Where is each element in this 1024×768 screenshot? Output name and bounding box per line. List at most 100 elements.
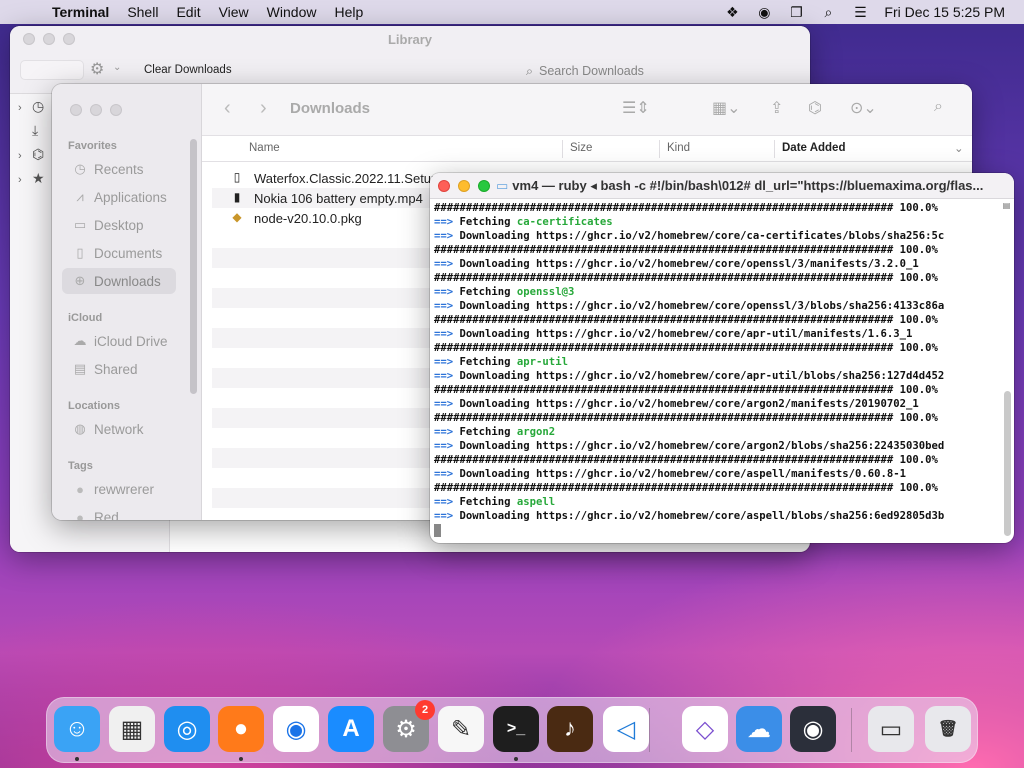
terminal-scrollbar[interactable]: ▤ <box>1002 201 1011 539</box>
sidebar-item-tag-red[interactable]: ● Red <box>62 504 176 521</box>
minimize-button[interactable] <box>458 180 470 192</box>
dock-garageband-icon[interactable]: ♪ <box>547 706 593 752</box>
menu-edit[interactable]: Edit <box>176 4 200 20</box>
library-sidebar-tags[interactable]: › ⌬ <box>18 146 44 163</box>
package-icon: ◆ <box>232 210 242 224</box>
line-text: Fetching <box>453 496 517 508</box>
downloading-line: ==> Downloading https://ghcr.io/v2/homeb… <box>434 439 1000 453</box>
desktop-icon: ▭ <box>73 217 87 232</box>
package-name: argon2 <box>516 426 556 438</box>
fetching-line: ==> Fetching apr-util <box>434 355 1000 369</box>
document-icon: ▯ <box>76 245 84 260</box>
sidebar-item-shared[interactable]: ▤ Shared <box>62 356 176 382</box>
spotlight-icon[interactable]: ⌕ <box>820 4 836 21</box>
library-search-field[interactable]: ⌕ Search Downloads <box>526 60 796 82</box>
menu-app-terminal[interactable]: Terminal <box>52 4 109 20</box>
dock-vscode-icon[interactable]: ◁ <box>603 706 649 752</box>
menu-shell[interactable]: Shell <box>127 4 158 20</box>
dock-obs-icon[interactable]: ◉ <box>790 706 836 752</box>
more-actions-icon[interactable]: ⊙⌄ <box>850 98 877 118</box>
scroll-split-icon[interactable]: ▤ <box>1002 201 1011 211</box>
dock-trash-icon[interactable]: 🗑 <box>925 706 971 752</box>
dock-finder-icon[interactable]: ☺ <box>54 706 100 752</box>
sidebar-scrollbar[interactable] <box>190 139 197 394</box>
dock-terminal-icon[interactable]: >_ <box>493 706 539 752</box>
column-header: Name Size Kind Date Added ⌄ <box>202 136 972 162</box>
dock-weather-icon[interactable]: ☁ <box>736 706 782 752</box>
search-icon[interactable]: ⌕ <box>934 98 943 116</box>
line-text: Fetching <box>453 286 517 298</box>
prompt-line[interactable] <box>434 523 1000 537</box>
library-sidebar-downloads[interactable]: ⤓ <box>18 122 38 139</box>
library-back-forward[interactable] <box>20 60 84 80</box>
menu-view[interactable]: View <box>219 4 249 20</box>
close-button[interactable] <box>438 180 450 192</box>
sidebar-item-documents[interactable]: ▯ Documents <box>62 240 176 266</box>
line-text: Fetching <box>453 216 517 228</box>
dock-recent-window-icon[interactable]: ▭ <box>868 706 914 752</box>
line-text: Downloading https://ghcr.io/v2/homebrew/… <box>453 510 945 522</box>
menu-window[interactable]: Window <box>267 4 317 20</box>
dock-textedit-icon[interactable]: ✎ <box>438 706 484 752</box>
control-center-icon[interactable]: ☰ <box>852 4 868 21</box>
sidebar-item-tag-rewwrerer[interactable]: ● rewwrerer <box>62 476 176 502</box>
record-icon[interactable]: ◉ <box>756 4 772 21</box>
menubar-clock[interactable]: Fri Dec 15 5:25 PM <box>884 4 1005 20</box>
dock-launchpad-icon[interactable]: ▦ <box>109 706 155 752</box>
dock-separator <box>649 708 650 752</box>
file-name: Nokia 106 battery empty.mp4 <box>254 190 423 206</box>
column-size[interactable]: Size <box>570 142 592 154</box>
dock-app-store-icon[interactable]: A <box>328 706 374 752</box>
back-arrow-icon[interactable]: ‹ <box>224 97 231 120</box>
chevron-right-icon[interactable]: › <box>18 150 32 162</box>
line-text: Downloading https://ghcr.io/v2/homebrew/… <box>453 230 945 242</box>
library-sidebar-bookmarks[interactable]: › ★ <box>18 170 45 187</box>
sidebar-item-applications[interactable]: ⩘ Applications <box>62 184 176 210</box>
sidebar-item-icloud-drive[interactable]: ☁ iCloud Drive <box>62 328 176 354</box>
dock-system-settings-icon[interactable]: ⚙ 2 <box>383 700 435 752</box>
gear-icon[interactable]: ⚙ <box>90 59 104 79</box>
sidebar-item-recents[interactable]: ◷ Recents <box>62 156 176 182</box>
terminal-output[interactable]: ########################################… <box>434 201 1000 543</box>
search-icon: ⌕ <box>526 64 534 78</box>
progress-line: ########################################… <box>434 272 938 284</box>
sidebar-section-locations: Locations <box>68 400 120 412</box>
group-icon[interactable]: ▦⌄ <box>712 98 741 118</box>
list-view-icon[interactable]: ☰⇕ <box>622 98 650 118</box>
dock-safari-icon[interactable]: ◎ <box>164 706 210 752</box>
tag-icon[interactable]: ⌬ <box>808 98 822 118</box>
folder-icon: ▭ <box>496 178 509 193</box>
globe-icon: ◍ <box>74 421 86 436</box>
sidebar-item-downloads[interactable]: ⊕ Downloads <box>62 268 176 294</box>
zoom-button[interactable] <box>478 180 490 192</box>
screen-mirror-icon[interactable]: ❐ <box>788 4 804 21</box>
column-date-added[interactable]: Date Added <box>782 142 845 154</box>
chevron-right-icon[interactable]: › <box>18 102 32 114</box>
finder-window-controls <box>70 104 122 116</box>
dropbox-icon[interactable]: ❖ <box>724 4 740 21</box>
sidebar-item-desktop[interactable]: ▭ Desktop <box>62 212 176 238</box>
video-file-icon: ▮ <box>233 190 241 204</box>
chevron-right-icon[interactable]: › <box>18 174 32 186</box>
minimize-button[interactable] <box>90 104 102 116</box>
text-cursor <box>434 523 441 537</box>
dock-chrome-icon[interactable]: ◉ <box>273 706 319 752</box>
share-icon[interactable]: ⇪ <box>770 98 783 118</box>
zoom-button[interactable] <box>110 104 122 116</box>
dock-firefox-icon[interactable]: ● <box>218 706 264 752</box>
column-name[interactable]: Name <box>249 142 280 154</box>
dock-visual-studio-icon[interactable]: ◇ <box>682 706 728 752</box>
clear-downloads-button[interactable]: Clear Downloads <box>138 60 238 80</box>
finder-title: Downloads <box>290 100 371 117</box>
library-sidebar-history[interactable]: › ◷ <box>18 98 44 115</box>
forward-arrow-icon[interactable]: › <box>260 97 267 120</box>
close-button[interactable] <box>70 104 82 116</box>
scrollbar-thumb[interactable] <box>1004 391 1011 536</box>
chevron-down-icon[interactable]: ⌄ <box>113 62 121 73</box>
menu-help[interactable]: Help <box>334 4 363 20</box>
cloud-icon: ☁ <box>73 333 87 348</box>
column-kind[interactable]: Kind <box>667 142 690 154</box>
sidebar-item-network[interactable]: ◍ Network <box>62 416 176 442</box>
sort-chevron-icon[interactable]: ⌄ <box>954 141 964 155</box>
progress-line: ########################################… <box>434 244 938 256</box>
